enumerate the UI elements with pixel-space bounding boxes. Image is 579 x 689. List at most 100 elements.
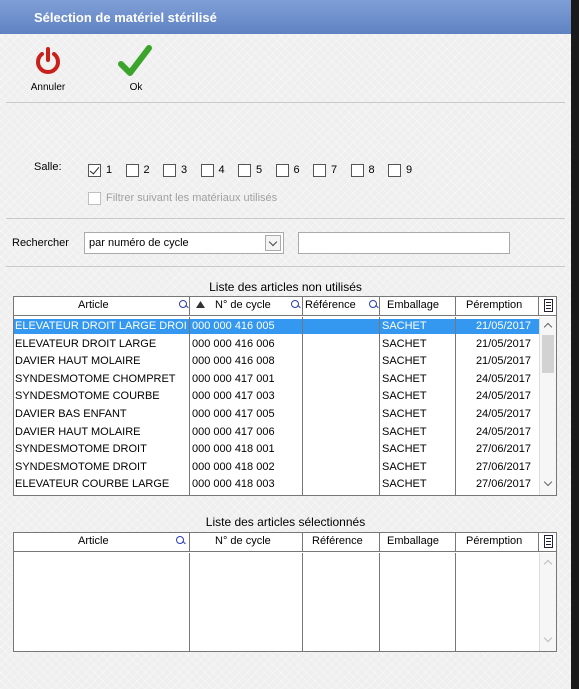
- col-header-article[interactable]: Article: [78, 299, 109, 311]
- col-divider: [379, 297, 380, 315]
- cell-peremption: 24/05/2017: [475, 372, 531, 385]
- cell-peremption: 21/05/2017: [475, 320, 531, 332]
- room-checkbox-label: 9: [406, 164, 413, 176]
- search-mode-value: par numéro de cycle: [89, 237, 189, 249]
- col-header-cycle[interactable]: N° de cycle: [215, 535, 271, 547]
- cell-article: DAVIER BAS ENFANT: [15, 408, 127, 420]
- table-row[interactable]: DAVIER BAS ENFANT 000 000 417 005 SACHET 24…: [14, 407, 540, 422]
- ok-label: Ok: [129, 82, 143, 93]
- selected-articles-grid: Article N° de cycle Référence Emballage …: [13, 532, 557, 652]
- table-row[interactable]: SYNDESMOTOME DROIT 000 000 418 002 SACHET 2…: [14, 460, 540, 475]
- table-row[interactable]: ELEVATEUR DROIT LARGE DROIT 000 000 416 0…: [14, 319, 540, 334]
- divider: [6, 266, 565, 267]
- cell-emballage: SACHET: [382, 390, 427, 403]
- col-header-emballage[interactable]: Emballage: [387, 299, 439, 311]
- room-checkbox-box[interactable]: [388, 164, 401, 177]
- cell-peremption: 24/05/2017: [475, 390, 531, 403]
- col-header-reference[interactable]: Référence: [305, 299, 356, 311]
- room-checkbox-box[interactable]: [163, 164, 176, 177]
- cell-cycle: 000 000 417 001: [192, 372, 275, 385]
- grid-header: Article N° de cycle Référence Emballage …: [14, 533, 556, 552]
- search-mode-select[interactable]: par numéro de cycle: [84, 232, 284, 254]
- scrollbar[interactable]: [539, 317, 556, 495]
- cell-peremption: 21/05/2017: [475, 337, 531, 350]
- table-row[interactable]: DAVIER HAUT MOLAIRE 000 000 416 008 SACHET…: [14, 354, 540, 369]
- divider: [6, 102, 565, 103]
- cell-article: SYNDESMOTOME DROIT: [15, 443, 147, 456]
- col-header-reference[interactable]: Référence: [312, 535, 363, 547]
- cancel-button[interactable]: Annuler: [22, 44, 74, 94]
- table-row[interactable]: SYNDESMOTOME CHOMPRET 000 000 417 001 SACH…: [14, 372, 540, 387]
- cell-article: SYNDESMOTOME CHOMPRET: [15, 372, 176, 385]
- unused-articles-grid: Article N° de cycle Référence Emballage …: [13, 296, 557, 496]
- table-row[interactable]: ELEVATEUR DROIT LARGE 000 000 416 006 SACH…: [14, 337, 540, 352]
- scroll-down-icon[interactable]: [543, 477, 553, 487]
- sort-asc-icon: [196, 301, 205, 308]
- cell-cycle: 000 000 416 005: [192, 320, 275, 332]
- scroll-up-icon[interactable]: [543, 322, 553, 332]
- col-divider: [189, 533, 190, 551]
- chevron-down-icon[interactable]: [265, 235, 281, 251]
- col-header-article[interactable]: Article: [78, 535, 109, 547]
- col-header-cycle[interactable]: N° de cycle: [215, 299, 271, 311]
- selected-list-title: Liste des articles sélectionnés: [205, 515, 366, 529]
- cell-cycle: 000 000 416 006: [192, 337, 275, 350]
- room-checkbox-box[interactable]: [350, 164, 364, 177]
- print-icon[interactable]: [544, 299, 553, 312]
- print-icon[interactable]: [544, 535, 553, 548]
- cell-article: ELEVATEUR DROIT LARGE: [15, 337, 157, 350]
- search-icon[interactable]: [176, 536, 185, 545]
- scroll-up-icon[interactable]: [543, 559, 553, 569]
- cell-emballage: SACHET: [382, 408, 427, 420]
- dialog-window: Sélection de matériel stérilisé Annuler …: [0, 0, 571, 689]
- search-icon[interactable]: [291, 300, 300, 309]
- room-checkbox-box[interactable]: [313, 164, 326, 177]
- cell-article: DAVIER HAUT MOLAIRE: [15, 355, 141, 368]
- table-row[interactable]: SYNDESMOTOME COURBE 000 000 417 003 SACHET…: [14, 389, 540, 404]
- cell-cycle: 000 000 417 006: [192, 425, 275, 438]
- cell-cycle: 000 000 418 003: [192, 478, 275, 491]
- col-divider: [379, 317, 380, 495]
- cell-emballage: SACHET: [382, 320, 427, 332]
- cell-peremption: 21/05/2017: [475, 355, 531, 368]
- search-input[interactable]: [298, 232, 510, 254]
- cell-emballage: SACHET: [382, 337, 427, 350]
- col-header-peremption[interactable]: Péremption: [466, 535, 522, 547]
- room-checkbox-label: 7: [331, 164, 338, 176]
- divider: [6, 218, 565, 219]
- cell-peremption: 27/06/2017: [475, 478, 531, 491]
- filter-label: Filtrer suivant les matériaux utilisés: [106, 192, 278, 204]
- room-checkbox-label: 8: [368, 164, 375, 176]
- col-divider: [538, 533, 539, 551]
- col-divider: [538, 297, 539, 315]
- room-checkbox-box[interactable]: [275, 164, 289, 177]
- search-icon[interactable]: [369, 300, 378, 309]
- table-row[interactable]: SYNDESMOTOME DROIT 000 000 418 001 SACHET 2…: [14, 442, 540, 457]
- room-checkbox-box[interactable]: [125, 164, 139, 177]
- cell-article: DAVIER HAUT MOLAIRE: [15, 425, 141, 438]
- scrollbar[interactable]: [539, 553, 556, 651]
- room-checkbox-label: 6: [293, 164, 300, 176]
- cell-cycle: 000 000 418 002: [192, 460, 275, 473]
- search-icon[interactable]: [179, 300, 188, 309]
- scroll-down-icon[interactable]: [543, 633, 553, 643]
- col-header-emballage[interactable]: Emballage: [387, 535, 439, 547]
- table-row[interactable]: ELEVATEUR COURBE LARGE 000 000 418 003 SAC…: [14, 477, 540, 492]
- room-checkbox-label: 1: [106, 164, 113, 176]
- col-divider: [189, 317, 190, 495]
- room-checkbox-box[interactable]: [200, 164, 214, 177]
- scroll-thumb[interactable]: [542, 335, 554, 373]
- cell-article: ELEVATEUR COURBE LARGE: [15, 478, 170, 491]
- cell-cycle: 000 000 416 008: [192, 355, 275, 368]
- room-checkbox-box[interactable]: [88, 164, 101, 177]
- col-divider: [302, 317, 303, 495]
- col-header-peremption[interactable]: Péremption: [466, 299, 522, 311]
- room-checkbox-box[interactable]: [238, 164, 251, 177]
- table-row[interactable]: DAVIER HAUT MOLAIRE 000 000 417 006 SACHET…: [14, 425, 540, 440]
- filter-checkbox-box[interactable]: [88, 192, 101, 205]
- col-divider: [455, 533, 456, 551]
- col-divider: [189, 297, 190, 315]
- room-checkbox-label: 3: [181, 164, 188, 176]
- ok-button[interactable]: Ok: [110, 44, 162, 94]
- cell-emballage: SACHET: [382, 425, 427, 438]
